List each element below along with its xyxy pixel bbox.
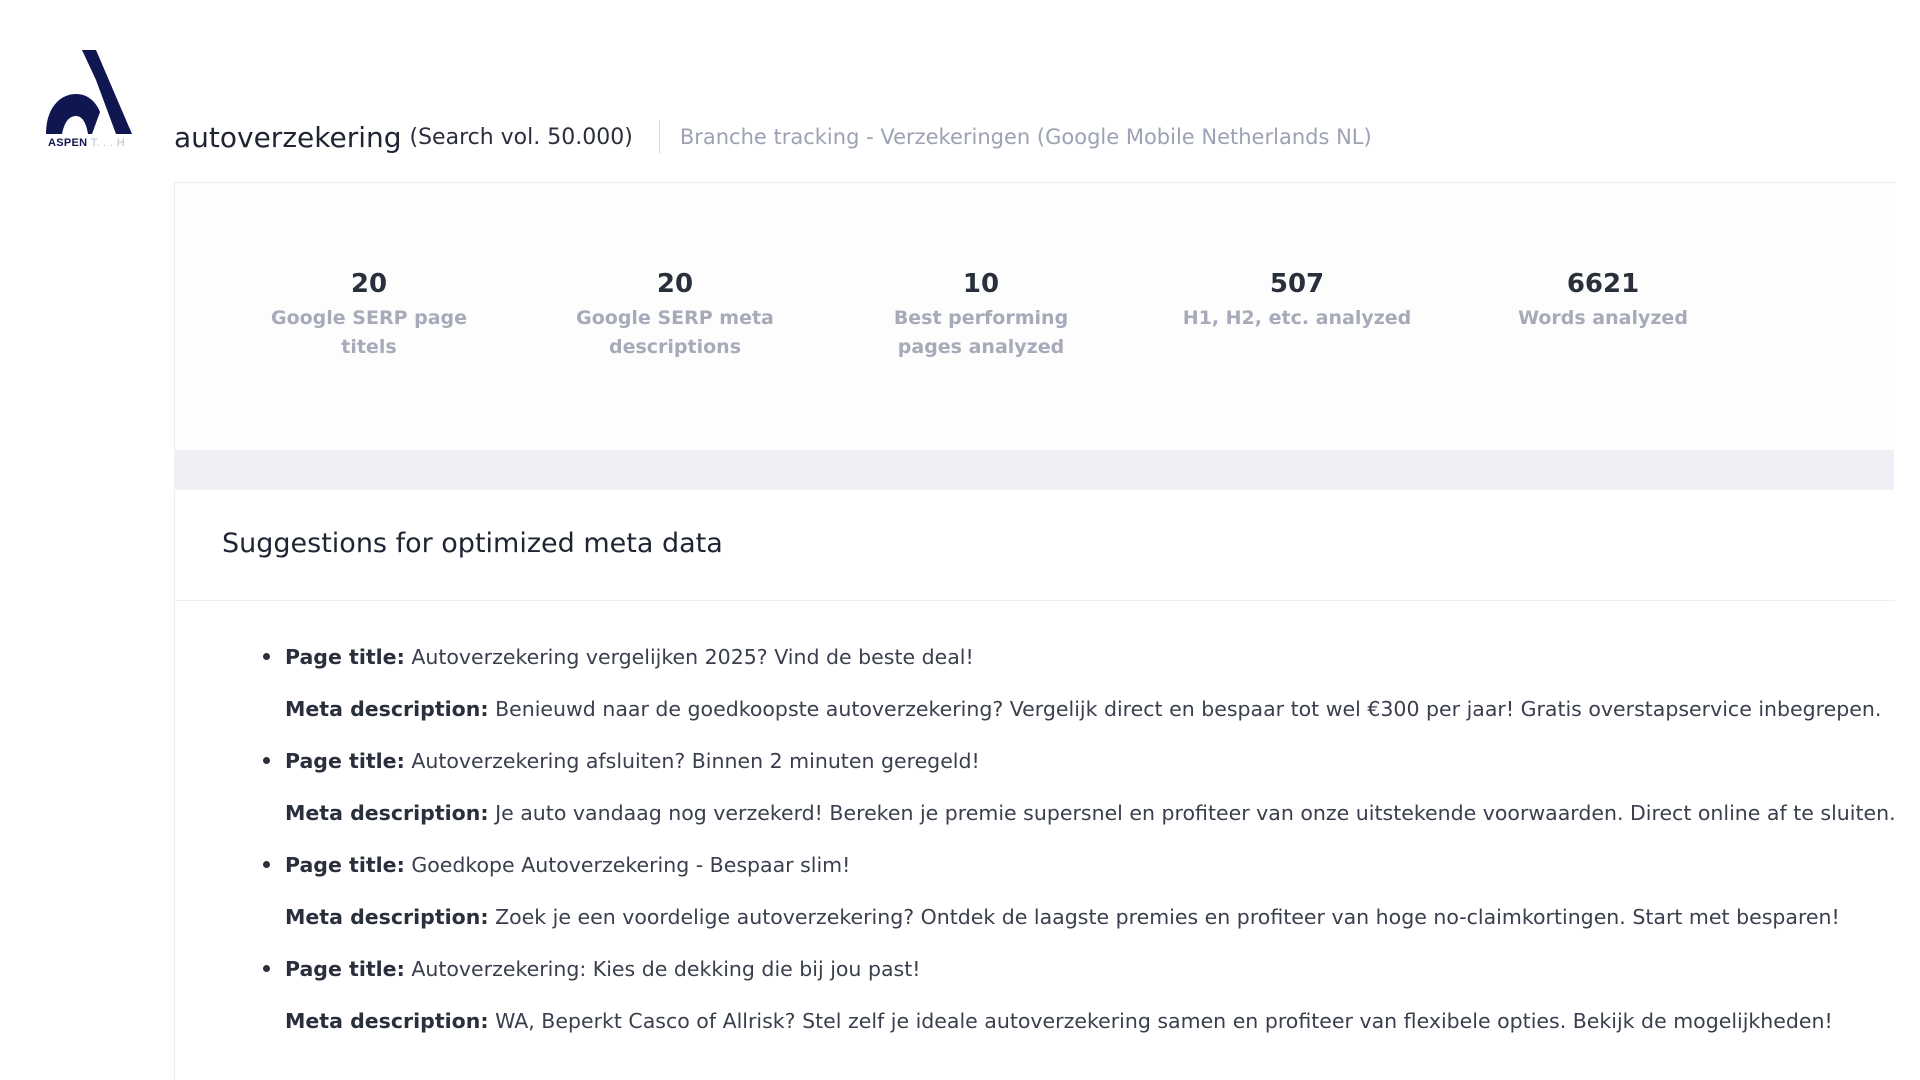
bullet-icon	[263, 757, 270, 764]
stat-label: Best performing pages analyzed	[893, 307, 1069, 359]
aspen-logo-mark-icon	[46, 50, 132, 134]
section-gap	[174, 450, 1894, 490]
page-title-line: Page title: Autoverzekering vergelijken …	[285, 645, 974, 669]
page-title-line: Page title: Goedkope Autoverzekering - B…	[285, 853, 851, 877]
suggestions-list: Page title: Autoverzekering vergelijken …	[263, 640, 1896, 1056]
stat-serp-descriptions: 20 Google SERP meta descriptions	[565, 269, 785, 362]
meta-description-line: Meta description: Zoek je een voordelige…	[285, 905, 1840, 929]
logo-wordmark: ASPEN T. . . H	[48, 137, 125, 149]
suggestions-card: Suggestions for optimized meta data Page…	[174, 490, 1896, 1080]
stat-serp-titles: 20 Google SERP page titels	[259, 269, 479, 362]
stat-label: H1, H2, etc. analyzed	[1182, 307, 1412, 330]
bullet-icon	[263, 965, 270, 972]
stat-headings: 507 H1, H2, etc. analyzed	[1177, 269, 1417, 333]
list-item: Page title: Autoverzekering: Kies de dek…	[263, 952, 1896, 1056]
stat-value: 10	[962, 269, 1000, 299]
stats-panel: 20 Google SERP page titels 20 Google SER…	[174, 182, 1895, 451]
meta-description-line: Meta description: Je auto vandaag nog ve…	[285, 801, 1896, 825]
header-divider	[658, 120, 660, 154]
page-header: autoverzekering (Search vol. 50.000) Bra…	[174, 120, 1372, 154]
aspen-logo[interactable]: ASPEN T. . . H	[46, 50, 136, 150]
keyword-title: autoverzekering	[174, 120, 402, 154]
page-title-line: Page title: Autoverzekering: Kies de dek…	[285, 957, 921, 981]
search-volume: (Search vol. 50.000)	[409, 124, 633, 150]
stat-label: Words analyzed	[1518, 307, 1688, 330]
stat-words: 6621 Words analyzed	[1493, 269, 1713, 333]
stat-best-pages: 10 Best performing pages analyzed	[871, 269, 1091, 362]
stat-label: Google SERP page titels	[270, 307, 468, 359]
list-item: Page title: Autoverzekering vergelijken …	[263, 640, 1896, 744]
stat-value: 20	[350, 269, 388, 299]
list-item: Page title: Goedkope Autoverzekering - B…	[263, 848, 1896, 952]
stat-value: 6621	[1566, 269, 1640, 299]
stat-value: 507	[1269, 269, 1325, 299]
meta-description-line: Meta description: WA, Beperkt Casco of A…	[285, 1009, 1833, 1033]
page: ASPEN T. . . H autoverzekering (Search v…	[0, 0, 1920, 1080]
stat-label: Google SERP meta descriptions	[576, 307, 774, 359]
bullet-icon	[263, 861, 270, 868]
suggestions-title: Suggestions for optimized meta data	[222, 528, 723, 559]
meta-description-line: Meta description: Benieuwd naar de goedk…	[285, 697, 1882, 721]
bullet-icon	[263, 653, 270, 660]
page-title-line: Page title: Autoverzekering afsluiten? B…	[285, 749, 980, 773]
list-item: Page title: Autoverzekering afsluiten? B…	[263, 744, 1896, 848]
suggestions-divider	[175, 600, 1895, 601]
stat-value: 20	[656, 269, 694, 299]
tracking-label[interactable]: Branche tracking - Verzekeringen (Google…	[680, 125, 1372, 149]
